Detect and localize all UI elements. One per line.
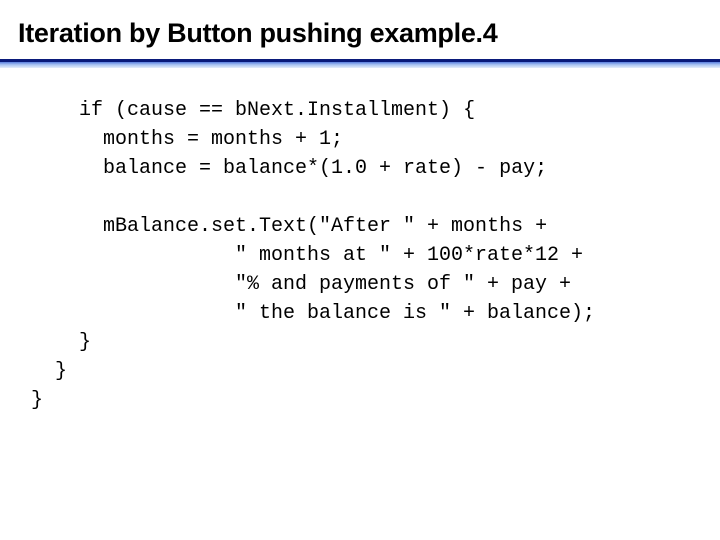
code-line: mBalance.set.Text("After " + months + (103, 215, 548, 238)
slide-title: Iteration by Button pushing example.4 (18, 18, 498, 48)
code-line: " the balance is " + balance); (235, 302, 596, 325)
code-line: " months at " + 100*rate*12 + (235, 244, 584, 267)
code-line: balance = balance*(1.0 + rate) - pay; (103, 157, 548, 180)
title-underline-gradient (0, 62, 720, 68)
code-line: months = months + 1; (103, 128, 344, 151)
code-line: if (cause == bNext.Installment) { (79, 99, 476, 122)
code-line: "% and payments of " + pay + (235, 273, 572, 296)
closing-brace: } (79, 331, 92, 354)
closing-brace: } (31, 389, 44, 412)
closing-brace: } (55, 360, 68, 383)
